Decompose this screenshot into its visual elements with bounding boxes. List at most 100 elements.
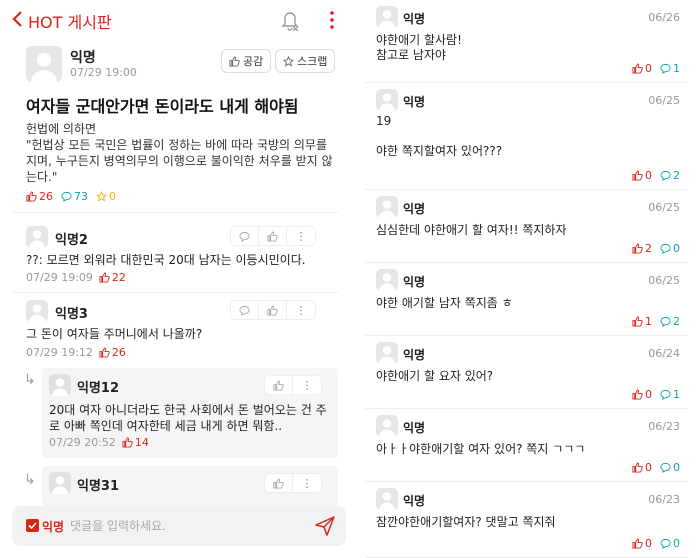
more-vertical-icon: [300, 305, 302, 315]
back-chevron-icon[interactable]: [10, 10, 24, 28]
reply-item: 익명12 20대 여자 아니더라도 한국 사회에서 돈 벌어오는 건 주로 아빠…: [42, 368, 338, 458]
reply-like-button[interactable]: [265, 376, 293, 394]
list-stats: 01: [632, 62, 680, 75]
list-date: 06/23: [648, 493, 680, 506]
list-avatar: [376, 269, 398, 291]
more-vertical-icon[interactable]: [328, 10, 336, 30]
list-likes-count: 0: [645, 388, 652, 401]
list-author: 익명: [403, 202, 426, 216]
comment-likes-count: 22: [111, 271, 126, 284]
list-item[interactable]: 익명 06/25 야한 애기할 남자 쪽지좀 ㅎ 1 2: [365, 263, 688, 336]
list-likes: 0: [632, 388, 652, 401]
reply-like-button[interactable]: [265, 474, 293, 492]
comment-like-button[interactable]: [259, 227, 287, 245]
list-text: 야한 애기할 남자 쪽지좀 ㅎ: [376, 296, 513, 310]
send-icon[interactable]: [314, 515, 336, 537]
thumbs-up-icon: [267, 230, 278, 242]
list-item[interactable]: 익명 06/23 아ㅏㅏ야한애기할 여자 있어? 쪽지 ㄱㄱㄱ 0 0: [365, 409, 688, 482]
list-date: 06/24: [648, 347, 680, 360]
list-date: 06/25: [648, 274, 680, 287]
more-vertical-icon: [300, 231, 302, 241]
comment-meta: 07/29 19:12 26: [26, 346, 126, 359]
comment-actions: [230, 300, 316, 320]
list-comments: 2: [660, 169, 680, 182]
comment-author: 익명3: [55, 307, 88, 322]
list-text: 야한애기 할 요자 있어?: [376, 369, 494, 383]
list-text: 심심한데 야한애기 할 여자!! 쪽지하자: [376, 223, 567, 237]
speech-bubble-icon: [660, 389, 671, 400]
reply-actions: [264, 375, 322, 395]
reply-item: 익명31: [42, 466, 338, 506]
list-date: 06/23: [648, 420, 680, 433]
list-item[interactable]: 익명 06/25 19 야한 쪽지할여자 있어??? 0 2: [365, 83, 688, 190]
list-comments: 0: [660, 242, 680, 255]
comment-input[interactable]: [70, 515, 300, 537]
check-icon: [28, 522, 37, 530]
list-item[interactable]: 익명 06/24 야한애기 할 요자 있어? 0 1: [365, 336, 688, 409]
post-likes-count: 26: [39, 190, 53, 203]
thumbs-up-icon: [632, 462, 643, 473]
list-date: 06/25: [648, 201, 680, 214]
anonymous-checkbox[interactable]: [26, 519, 39, 532]
reply-more-button[interactable]: [293, 474, 321, 492]
thumbs-up-icon: [632, 389, 643, 400]
thumbs-up-icon: [26, 191, 37, 202]
list-comments-count: 2: [673, 315, 680, 328]
list-author: 익명: [403, 275, 426, 289]
comment-author: 익명2: [55, 233, 88, 248]
board-title: HOT 게시판: [28, 13, 112, 32]
scrap-button[interactable]: 스크랩: [275, 49, 336, 73]
list-item[interactable]: 익명 06/25 심심한데 야한애기 할 여자!! 쪽지하자 2 0: [365, 190, 688, 263]
reply-time: 07/29 20:52: [49, 436, 116, 449]
comment-more-button[interactable]: [287, 301, 315, 319]
thumbs-up-icon: [229, 55, 240, 67]
list-comments-count: 0: [673, 537, 680, 550]
more-vertical-icon: [306, 380, 308, 390]
list-avatar: [376, 89, 398, 111]
list-likes: 0: [632, 537, 652, 550]
thumbs-up-icon: [632, 538, 643, 549]
reply-button[interactable]: [231, 301, 259, 319]
list-stats: 00: [632, 537, 680, 550]
post-stats: 26 73 0: [26, 190, 116, 203]
reply-more-button[interactable]: [293, 376, 321, 394]
speech-bubble-icon: [660, 170, 671, 181]
speech-bubble-icon: [660, 462, 671, 473]
reply-author: 익명31: [77, 479, 120, 494]
list-date: 06/26: [648, 11, 680, 24]
comment-time: 07/29 19:09: [26, 271, 93, 284]
list-item[interactable]: 익명 06/26 야한애기 할사람! 참고로 남자야 0 1: [365, 0, 688, 83]
comment-more-button[interactable]: [287, 227, 315, 245]
comment-like-button[interactable]: [259, 301, 287, 319]
list-likes: 1: [632, 315, 652, 328]
list-avatar: [376, 342, 398, 364]
reply-text: 20대 여자 아니더라도 한국 사회에서 돈 벌어오는 건 주로 아빠 쪽인데 …: [49, 403, 327, 433]
list-item[interactable]: 익명 06/23 잠깐야한애기할여자? 댓말고 쪽지줘 0 0: [365, 482, 688, 558]
list-likes: 0: [632, 461, 652, 474]
list-avatar: [376, 6, 398, 28]
scrap-label: 스크랩: [297, 55, 328, 68]
post-body-line: 헌법에 의하면: [26, 122, 97, 136]
reply-button[interactable]: [231, 227, 259, 245]
more-vertical-icon: [306, 478, 308, 488]
speech-bubble-icon: [239, 231, 250, 242]
list-text: 야한애기 할사람! 참고로 남자야: [376, 33, 462, 62]
list-comments-count: 1: [673, 62, 680, 75]
reply-meta: 07/29 20:52 14: [49, 436, 149, 449]
speech-bubble-icon: [660, 316, 671, 327]
post-detail-pane: HOT 게시판 익명 07/29 19:00 공감 스크랩 여자들 군대안가면 …: [0, 0, 350, 558]
speech-bubble-icon: [61, 191, 72, 202]
list-author: 익명: [403, 494, 426, 508]
list-likes: 2: [632, 242, 652, 255]
list-likes-count: 0: [645, 62, 652, 75]
like-button[interactable]: 공감: [221, 49, 272, 73]
thumbs-up-icon: [122, 437, 133, 448]
reply-avatar: [49, 472, 71, 494]
reply-actions: [264, 473, 322, 493]
reply-avatar: [49, 374, 71, 396]
post-comments: 73: [61, 190, 88, 203]
bell-off-icon[interactable]: [280, 9, 300, 31]
author-avatar: [26, 46, 62, 82]
list-likes-count: 0: [645, 461, 652, 474]
post-author: 익명: [70, 50, 96, 66]
